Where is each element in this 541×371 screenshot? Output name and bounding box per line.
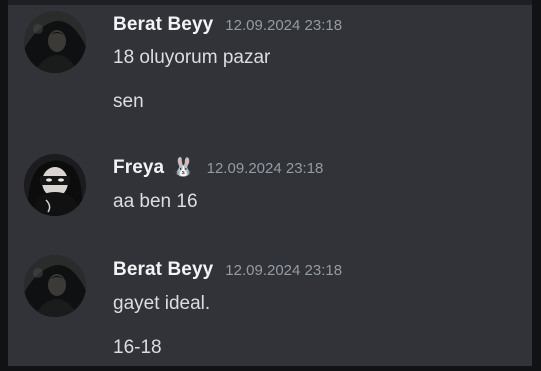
message-header: Freya 🐰 12.09.2024 23:18 — [113, 157, 323, 179]
timestamp[interactable]: 12.09.2024 23:18 — [225, 262, 342, 279]
user-avatar-berat[interactable] — [24, 255, 86, 317]
right-edge — [532, 0, 541, 371]
dark-hooded-figure-avatar-icon — [24, 11, 86, 73]
user-avatar-berat[interactable] — [24, 11, 86, 73]
dark-hooded-figure-avatar-icon — [24, 255, 86, 317]
message-text: 16-18 — [113, 337, 162, 358]
message-text: 18 oluyorum pazar — [113, 47, 271, 68]
chat-message-list[interactable]: Berat Beyy 12.09.2024 23:18 18 oluyorum … — [8, 5, 532, 366]
left-edge — [0, 0, 8, 371]
message-text: aa ben 16 — [113, 191, 198, 212]
masked-face-avatar-icon — [24, 154, 86, 216]
message-header: Berat Beyy 12.09.2024 23:18 — [113, 14, 342, 36]
user-avatar-freya[interactable] — [24, 154, 86, 216]
message-group-freya: Freya 🐰 12.09.2024 23:18 aa ben 16 — [8, 145, 532, 245]
message-group-berat-1: Berat Beyy 12.09.2024 23:18 18 oluyorum … — [8, 5, 532, 145]
timestamp[interactable]: 12.09.2024 23:18 — [207, 160, 324, 177]
author-name[interactable]: Freya — [113, 157, 164, 179]
message-header: Berat Beyy 12.09.2024 23:18 — [113, 259, 342, 281]
timestamp[interactable]: 12.09.2024 23:18 — [225, 17, 342, 34]
message-text: sen — [113, 91, 144, 112]
author-name[interactable]: Berat Beyy — [113, 259, 213, 281]
bottom-edge — [0, 366, 541, 371]
message-text: gayet ideal. — [113, 293, 211, 314]
message-group-berat-2: Berat Beyy 12.09.2024 23:18 gayet ideal.… — [8, 245, 532, 366]
author-name[interactable]: Berat Beyy — [113, 14, 213, 36]
bunny-emoji-icon: 🐰 — [172, 157, 195, 177]
